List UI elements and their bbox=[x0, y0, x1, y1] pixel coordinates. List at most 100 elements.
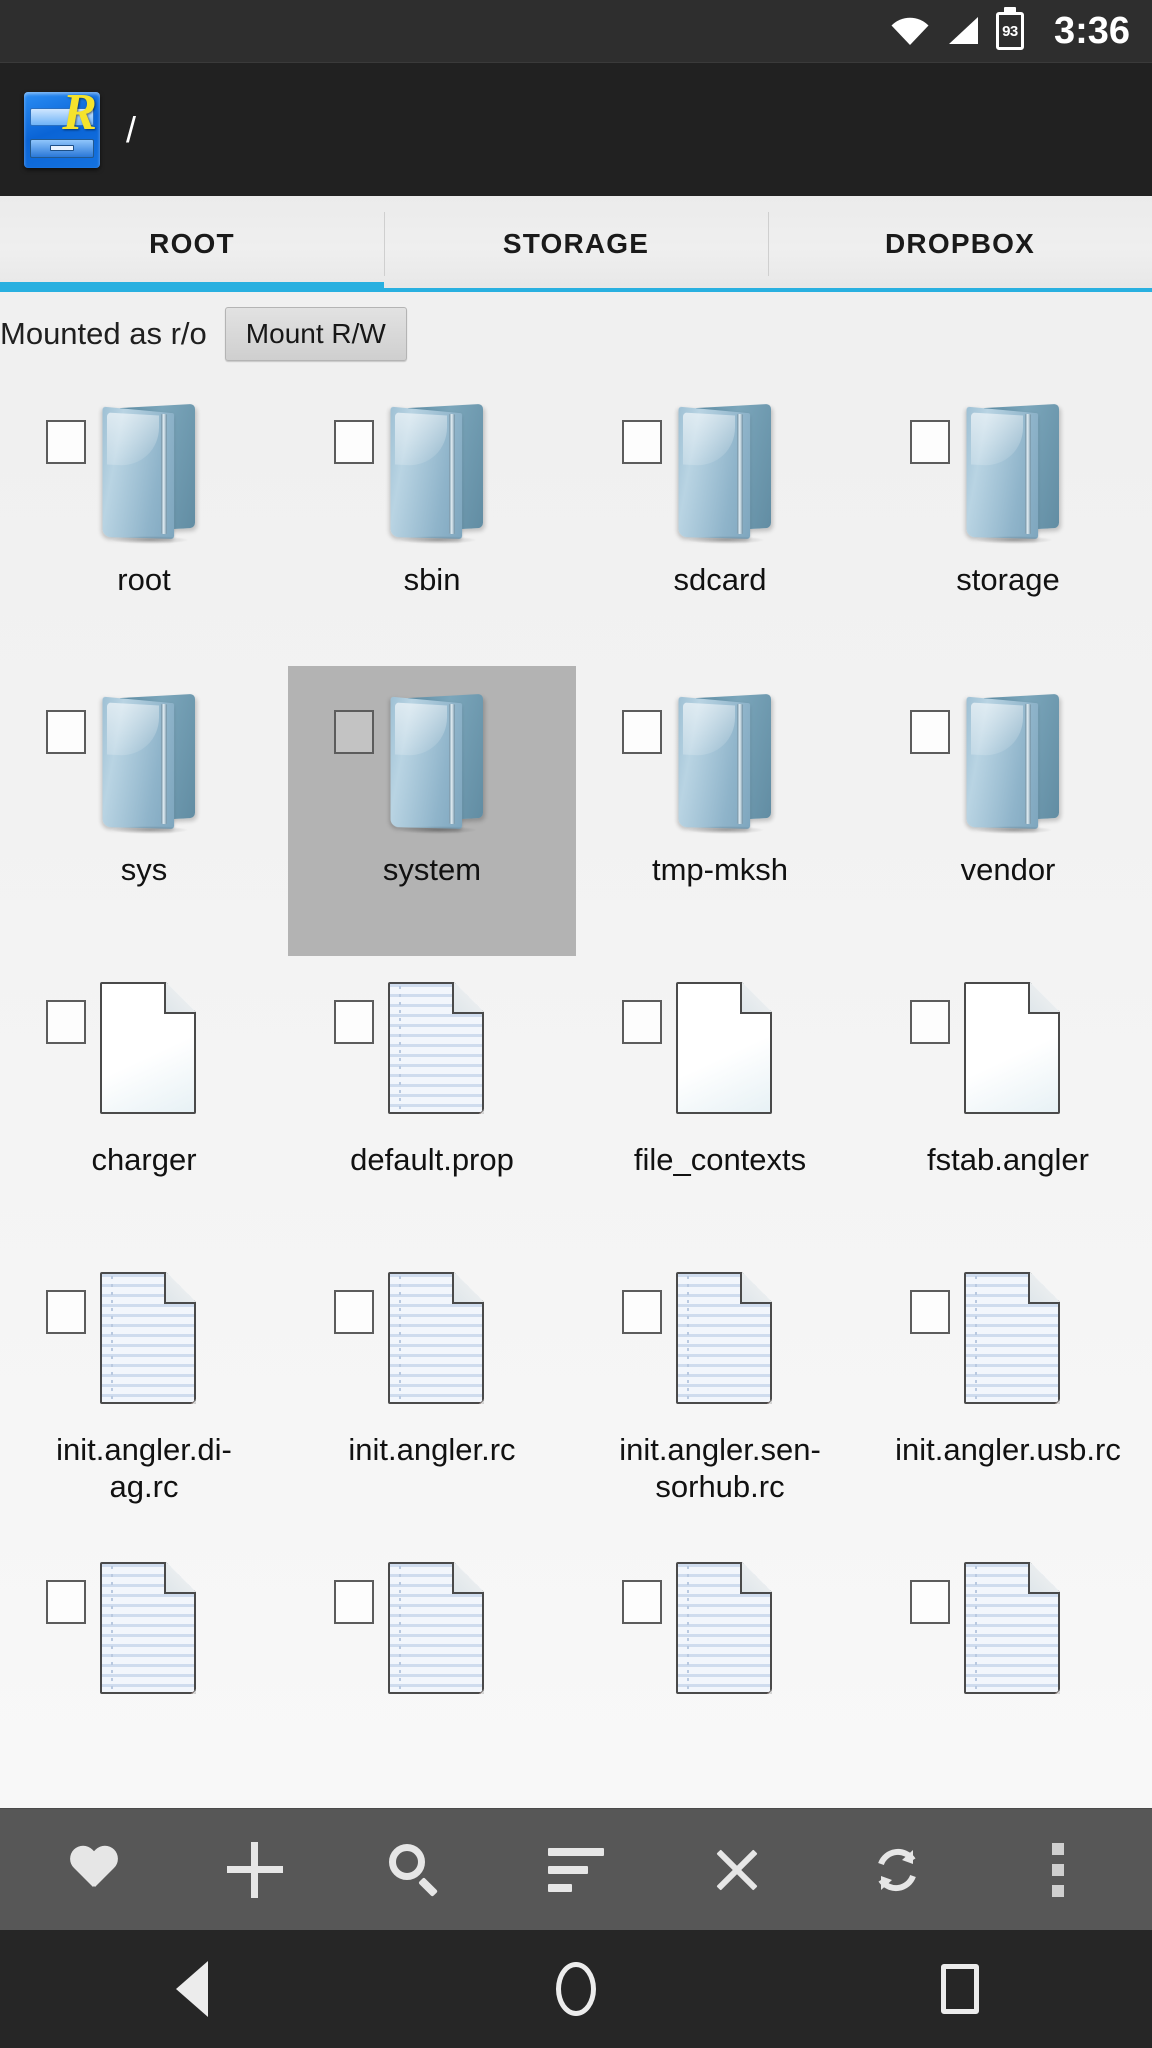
cell-signal-icon bbox=[946, 16, 980, 46]
file-item-label: root bbox=[117, 562, 171, 597]
file-item-label: tmp-mksh bbox=[651, 852, 789, 887]
plus-icon bbox=[226, 1841, 283, 1898]
refresh-icon bbox=[869, 1842, 925, 1898]
file-grid-item[interactable]: system bbox=[288, 666, 576, 956]
mount-status-text: Mounted as r/o bbox=[0, 316, 207, 351]
search-button[interactable] bbox=[367, 1822, 463, 1918]
item-checkbox[interactable] bbox=[334, 420, 374, 464]
item-checkbox[interactable] bbox=[334, 1290, 374, 1334]
item-checkbox[interactable] bbox=[46, 1290, 86, 1334]
nav-home-button[interactable] bbox=[516, 1949, 636, 2029]
favorites-button[interactable] bbox=[46, 1822, 142, 1918]
file-grid-item[interactable]: sdcard bbox=[576, 376, 864, 666]
tab-root[interactable]: ROOT bbox=[0, 196, 384, 292]
file-grid-item[interactable]: root bbox=[0, 376, 288, 666]
battery-icon: 93 bbox=[995, 12, 1024, 50]
item-checkbox[interactable] bbox=[622, 1580, 662, 1624]
tab-root-label: ROOT bbox=[149, 228, 235, 259]
file-item-label: init.angler.usb.rc bbox=[895, 1432, 1121, 1467]
app-bar: R / bbox=[0, 62, 1152, 196]
tab-storage[interactable]: STORAGE bbox=[384, 196, 768, 292]
text-file-icon bbox=[388, 982, 484, 1114]
file-item-label: sdcard bbox=[673, 562, 767, 597]
sort-icon bbox=[547, 1847, 604, 1892]
item-checkbox[interactable] bbox=[622, 420, 662, 464]
file-grid-item[interactable]: file_contexts bbox=[576, 956, 864, 1246]
item-checkbox[interactable] bbox=[46, 710, 86, 754]
text-file-icon bbox=[964, 1272, 1060, 1404]
item-checkbox[interactable] bbox=[910, 1290, 950, 1334]
folder-icon bbox=[97, 402, 199, 544]
file-item-label: charger bbox=[91, 1142, 197, 1177]
root-explorer-app-icon: R bbox=[24, 91, 100, 168]
pencil-icon bbox=[1006, 1686, 1073, 1749]
file-grid-item[interactable]: vendor bbox=[864, 666, 1152, 956]
tab-active-indicator bbox=[0, 282, 384, 292]
close-button[interactable] bbox=[689, 1822, 785, 1918]
item-checkbox[interactable] bbox=[910, 420, 950, 464]
file-grid-item[interactable]: tmp-mksh bbox=[576, 666, 864, 956]
android-nav-bar bbox=[0, 1930, 1152, 2048]
folder-icon bbox=[961, 402, 1063, 544]
item-checkbox[interactable] bbox=[334, 1000, 374, 1044]
file-grid-item[interactable]: init.angler.di-ag.rc bbox=[0, 1246, 288, 1536]
back-triangle-icon bbox=[176, 1961, 208, 2017]
home-circle-icon bbox=[556, 1962, 596, 2016]
folder-icon bbox=[385, 402, 487, 544]
close-icon bbox=[711, 1844, 763, 1896]
item-checkbox[interactable] bbox=[46, 1000, 86, 1044]
file-grid-item[interactable]: init.angler.sen-sorhub.rc bbox=[576, 1246, 864, 1536]
item-checkbox[interactable] bbox=[622, 1000, 662, 1044]
file-grid-item[interactable]: fstab.angler bbox=[864, 956, 1152, 1246]
file-grid-item[interactable]: sbin bbox=[288, 376, 576, 666]
status-bar-icons: 93 3:36 bbox=[890, 10, 1130, 53]
blank-file-icon bbox=[676, 982, 772, 1114]
overflow-menu-icon bbox=[1051, 1842, 1064, 1897]
file-grid-item[interactable] bbox=[864, 1536, 1152, 1808]
file-grid-item[interactable] bbox=[0, 1536, 288, 1808]
file-grid-item[interactable]: sys bbox=[0, 666, 288, 956]
file-grid-item[interactable]: init.angler.rc bbox=[288, 1246, 576, 1536]
file-item-label: init.angler.sen-sorhub.rc bbox=[619, 1432, 821, 1504]
file-item-label: default.prop bbox=[350, 1142, 514, 1177]
folder-icon bbox=[961, 692, 1063, 834]
file-grid-item[interactable]: storage bbox=[864, 376, 1152, 666]
file-grid-item[interactable]: charger bbox=[0, 956, 288, 1246]
item-checkbox[interactable] bbox=[622, 710, 662, 754]
status-bar: 93 3:36 bbox=[0, 0, 1152, 62]
tab-storage-label: STORAGE bbox=[502, 228, 650, 259]
nav-back-button[interactable] bbox=[132, 1949, 252, 2029]
item-checkbox[interactable] bbox=[46, 1580, 86, 1624]
text-file-icon bbox=[100, 1562, 196, 1694]
search-icon bbox=[387, 1842, 443, 1898]
item-checkbox[interactable] bbox=[46, 420, 86, 464]
item-checkbox[interactable] bbox=[910, 710, 950, 754]
sort-button[interactable] bbox=[528, 1822, 624, 1918]
heart-icon bbox=[69, 1847, 119, 1893]
android-screen: 93 3:36 R / ROOT STORAGE DROPBOX Mounted… bbox=[0, 0, 1152, 2048]
item-checkbox[interactable] bbox=[910, 1000, 950, 1044]
file-grid-item[interactable]: default.prop bbox=[288, 956, 576, 1246]
file-grid-item[interactable]: init.angler.usb.rc bbox=[864, 1246, 1152, 1536]
text-file-icon bbox=[676, 1562, 772, 1694]
file-grid: root sbin sdcard storage sys system tmp-mksh ve… bbox=[0, 376, 1152, 1808]
file-grid-item[interactable] bbox=[288, 1536, 576, 1808]
file-grid-container[interactable]: root sbin sdcard storage sys system tmp-mksh ve… bbox=[0, 376, 1152, 1808]
nav-recents-button[interactable] bbox=[900, 1949, 1020, 2029]
add-button[interactable] bbox=[207, 1822, 303, 1918]
app-icon-letter: R bbox=[62, 91, 97, 141]
wifi-icon bbox=[890, 16, 930, 46]
blank-file-icon bbox=[964, 982, 1060, 1114]
item-checkbox[interactable] bbox=[334, 710, 374, 754]
mount-rw-button[interactable]: Mount R/W bbox=[224, 307, 407, 361]
file-grid-item[interactable] bbox=[576, 1536, 864, 1808]
current-path: / bbox=[126, 108, 137, 150]
tab-dropbox-label: DROPBOX bbox=[885, 228, 1035, 259]
file-item-label: file_contexts bbox=[633, 1142, 807, 1177]
item-checkbox[interactable] bbox=[622, 1290, 662, 1334]
refresh-button[interactable] bbox=[849, 1822, 945, 1918]
tab-dropbox[interactable]: DROPBOX bbox=[768, 196, 1152, 292]
item-checkbox[interactable] bbox=[910, 1580, 950, 1624]
overflow-menu-button[interactable] bbox=[1010, 1822, 1106, 1918]
item-checkbox[interactable] bbox=[334, 1580, 374, 1624]
